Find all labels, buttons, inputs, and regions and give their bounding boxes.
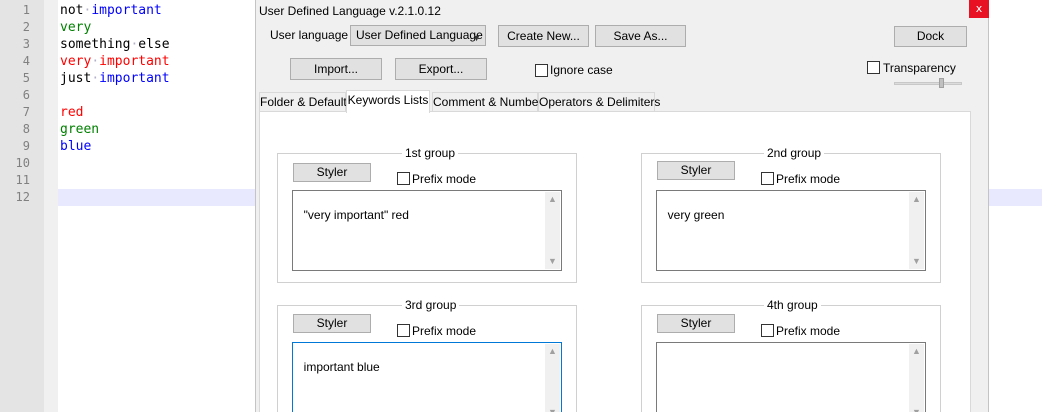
- group-1-title: 1st group: [402, 146, 459, 160]
- code-token: blue: [60, 139, 92, 154]
- group-1-keywords-textarea[interactable]: "very important" red ▲ ▼: [292, 190, 562, 271]
- line-number: 4: [22, 54, 30, 68]
- user-language-value: User Defined Language: [356, 28, 483, 42]
- scroll-down-icon[interactable]: ▼: [909, 405, 924, 412]
- group-1-prefix-label: Prefix mode: [412, 172, 477, 186]
- user-language-select[interactable]: User Defined Language ▼: [350, 25, 486, 46]
- line-number: 7: [22, 105, 30, 119]
- dialog-title: User Defined Language v.2.1.0.12: [259, 4, 441, 18]
- group-2-keywords-textarea[interactable]: very green ▲ ▼: [656, 190, 926, 271]
- code-token: not: [60, 3, 84, 18]
- code-token: green: [60, 122, 100, 137]
- dock-button[interactable]: Dock: [894, 26, 967, 47]
- save-as-button[interactable]: Save As...: [595, 25, 686, 47]
- group-3-prefix-label: Prefix mode: [412, 324, 477, 338]
- group-2-prefix-checkbox[interactable]: [761, 172, 774, 185]
- code-token: red: [60, 105, 84, 120]
- scroll-up-icon[interactable]: ▲: [909, 344, 924, 359]
- line-number: 5: [22, 71, 30, 85]
- code-token: very: [60, 54, 92, 69]
- transparency-label: Transparency: [883, 61, 956, 75]
- group-1-keywords-text: "very important" red: [303, 208, 409, 222]
- group-3-keywords-text: important blue: [303, 360, 380, 374]
- ignore-case-checkbox[interactable]: [535, 64, 548, 77]
- group-4-prefix-checkbox[interactable]: [761, 324, 774, 337]
- tab-comment-number[interactable]: Comment & Number: [432, 92, 542, 112]
- group-2-title: 2nd group: [764, 146, 825, 160]
- group-2-prefix-label: Prefix mode: [776, 172, 841, 186]
- group-1-prefix-checkbox[interactable]: [397, 172, 410, 185]
- scroll-down-icon[interactable]: ▼: [545, 405, 560, 412]
- line-number: 6: [22, 88, 30, 102]
- group-4-keywords-textarea[interactable]: ▲ ▼: [656, 342, 926, 412]
- ignore-case-label: Ignore case: [550, 63, 613, 77]
- transparency-checkbox[interactable]: [867, 61, 880, 74]
- code-token: very: [60, 20, 92, 35]
- group-2-keywords-text: very green: [667, 208, 725, 222]
- code-token: important: [91, 3, 162, 18]
- transparency-slider-thumb[interactable]: [939, 78, 944, 88]
- line-number: 8: [22, 122, 30, 136]
- group-3-title: 3rd group: [402, 298, 460, 312]
- close-button[interactable]: x: [969, 0, 989, 18]
- transparency-slider-track[interactable]: [894, 82, 962, 85]
- group-3-prefix-checkbox[interactable]: [397, 324, 410, 337]
- group-1-styler-button[interactable]: Styler: [293, 163, 371, 182]
- group-3-keywords-textarea[interactable]: important blue ▲ ▼: [292, 342, 562, 412]
- whitespace-marker: ·: [91, 71, 100, 86]
- group-4-scrollbar[interactable]: ▲ ▼: [909, 344, 924, 412]
- import-button[interactable]: Import...: [290, 58, 382, 80]
- export-button[interactable]: Export...: [395, 58, 487, 80]
- fold-margin: [44, 0, 58, 412]
- close-icon[interactable]: x: [976, 2, 983, 15]
- group-2-scrollbar[interactable]: ▲ ▼: [909, 192, 924, 269]
- code-token: important: [99, 54, 170, 69]
- tab-operators-delimiters[interactable]: Operators & Delimiters: [538, 92, 660, 112]
- scroll-down-icon[interactable]: ▼: [545, 254, 560, 269]
- group-3-scrollbar[interactable]: ▲ ▼: [545, 344, 560, 412]
- group-4-title: 4th group: [764, 298, 821, 312]
- line-number: 11: [15, 173, 30, 187]
- scroll-up-icon[interactable]: ▲: [545, 344, 560, 359]
- chevron-down-icon: ▼: [472, 33, 481, 43]
- code-token: else: [138, 37, 170, 52]
- line-numbers: 1 2 3 4 5 6 7 8 9 10 11 12: [0, 2, 30, 206]
- code-token: important: [99, 71, 170, 86]
- scroll-up-icon[interactable]: ▲: [909, 192, 924, 207]
- group-4-styler-button[interactable]: Styler: [657, 314, 735, 333]
- group-4-prefix-label: Prefix mode: [776, 324, 841, 338]
- line-number: 9: [22, 139, 30, 153]
- user-language-label: User language :: [270, 28, 355, 42]
- line-number: 2: [22, 20, 30, 34]
- line-number: 3: [22, 37, 30, 51]
- scroll-up-icon[interactable]: ▲: [545, 192, 560, 207]
- group-1-scrollbar[interactable]: ▲ ▼: [545, 192, 560, 269]
- scroll-down-icon[interactable]: ▼: [909, 254, 924, 269]
- tab-folder-default[interactable]: Folder & Default: [259, 92, 347, 112]
- code-token: just: [60, 71, 92, 86]
- tab-keywords-lists[interactable]: Keywords Lists: [346, 90, 430, 113]
- code-token: something: [60, 37, 131, 52]
- line-number: 1: [22, 3, 30, 17]
- create-new-button[interactable]: Create New...: [498, 25, 589, 47]
- line-number: 10: [15, 156, 30, 170]
- group-3-styler-button[interactable]: Styler: [293, 314, 371, 333]
- line-number: 12: [15, 190, 30, 204]
- group-2-styler-button[interactable]: Styler: [657, 161, 735, 180]
- whitespace-marker: ·: [91, 54, 100, 69]
